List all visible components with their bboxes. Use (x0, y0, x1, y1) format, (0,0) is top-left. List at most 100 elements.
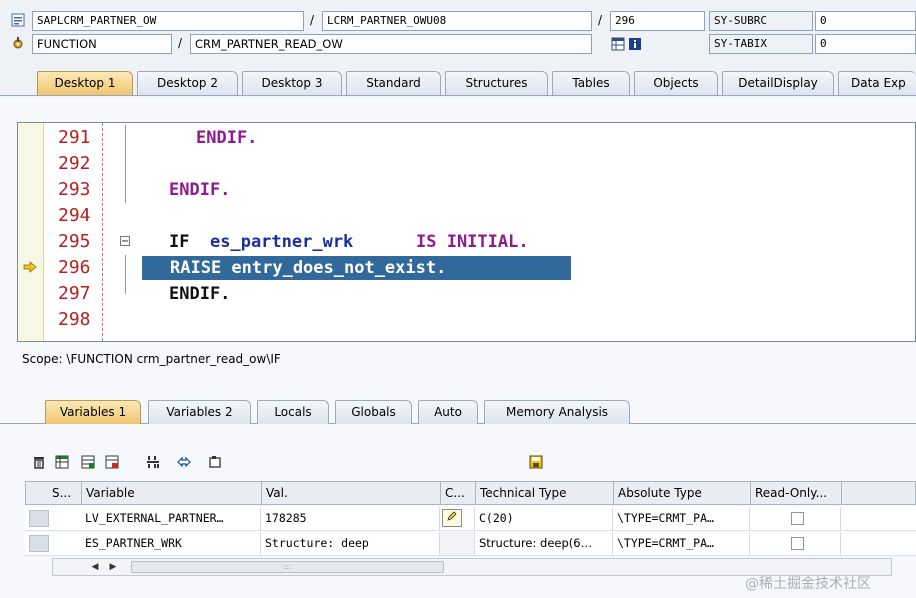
include-field[interactable]: LCRM_PARTNER_OWU08 (322, 11, 592, 31)
line-number: 298 (58, 309, 91, 330)
code-text: RAISE entry_does_not_exist. (170, 258, 447, 278)
separator: / (310, 13, 315, 27)
function-icon (10, 35, 26, 51)
code-line: 293 ENDIF. (18, 177, 915, 203)
tab-objects[interactable]: Objects (634, 71, 718, 95)
code-keyword: IS INITIAL. (416, 232, 529, 252)
row-selector[interactable] (29, 510, 49, 527)
scroll-right-icon[interactable]: ▶ (105, 560, 121, 574)
variable-name[interactable]: ES_PARTNER_WRK (81, 532, 261, 555)
code-line: 297 ENDIF. (18, 281, 915, 307)
column-header-read-only[interactable]: Read-Only... (751, 482, 842, 504)
column-header-status[interactable]: S... (48, 482, 82, 504)
fold-line (125, 125, 126, 151)
save-icon[interactable] (528, 455, 544, 471)
table-row[interactable]: LV_EXTERNAL_PARTNER… 178285 C(20) \TYPE=… (25, 507, 916, 531)
line-number: 295 (58, 231, 91, 252)
tab-tables[interactable]: Tables (552, 71, 630, 95)
move-arrows-icon[interactable] (176, 455, 192, 471)
tab-variables-2[interactable]: Variables 2 (148, 400, 251, 424)
tab-memory-analysis[interactable]: Memory Analysis (484, 400, 630, 424)
fold-line (125, 281, 126, 294)
clipboard-icon[interactable] (207, 455, 223, 471)
technical-type: Structure: deep(6… (475, 532, 613, 555)
scroll-left-icon[interactable]: ◀ (87, 560, 103, 574)
column-header-technical-type[interactable]: Technical Type (476, 482, 614, 504)
read-only-cell (750, 507, 841, 530)
code-line: 295 IF es_partner_wrk IS INITIAL. (18, 229, 915, 255)
code-line: 298 (18, 307, 915, 333)
sort-icon[interactable] (145, 455, 161, 471)
table-header: S... Variable Val. C... Technical Type A… (25, 481, 916, 505)
table-icon[interactable] (610, 36, 626, 52)
line-number: 291 (58, 127, 91, 148)
absolute-type: \TYPE=CRMT_PA… (613, 507, 750, 530)
fold-line (125, 177, 126, 203)
line-number-field[interactable]: 296 (610, 11, 705, 31)
column-header-change[interactable]: C... (441, 482, 476, 504)
line-number: 297 (58, 283, 91, 304)
info-icon[interactable] (627, 36, 643, 52)
tab-data-explorer[interactable]: Data Exp (838, 71, 916, 95)
export-icon[interactable] (104, 455, 120, 471)
execution-pointer-icon (23, 260, 39, 276)
program-icon (10, 12, 26, 28)
line-number: 296 (58, 257, 91, 278)
column-header-variable[interactable]: Variable (82, 482, 262, 504)
tab-variables-1[interactable]: Variables 1 (45, 400, 141, 424)
table-row[interactable]: ES_PARTNER_WRK Structure: deep Structure… (25, 532, 916, 556)
code-line: 292 (18, 151, 915, 177)
change-cell (440, 532, 475, 555)
code-line: 294 (18, 203, 915, 229)
variable-name[interactable]: LV_EXTERNAL_PARTNER… (81, 507, 261, 530)
separator: / (598, 13, 603, 27)
read-only-checkbox[interactable] (791, 512, 804, 525)
tab-desktop-2[interactable]: Desktop 2 (137, 71, 238, 95)
tab-auto[interactable]: Auto (418, 400, 478, 424)
fold-collapse-icon[interactable] (119, 235, 131, 249)
variable-value[interactable]: 178285 (261, 507, 440, 530)
read-only-cell (750, 532, 841, 555)
fold-line (125, 151, 126, 177)
code-keyword: IF (169, 232, 190, 252)
sy-tabix-value[interactable]: 0 (815, 34, 916, 54)
tab-structures[interactable]: Structures (445, 71, 548, 95)
fold-line (125, 255, 126, 281)
separator: / (178, 36, 183, 50)
line-number: 294 (58, 205, 91, 226)
variable-value[interactable]: Structure: deep (261, 532, 440, 555)
edit-pencil-icon[interactable] (442, 509, 462, 527)
change-cell (440, 507, 475, 530)
row-selector[interactable] (29, 535, 49, 552)
code-text: ENDIF. (169, 180, 231, 200)
technical-type: C(20) (475, 507, 613, 530)
sy-subrc-label: SY-SUBRC (709, 11, 813, 31)
desktop-tabbar: Desktop 1 Desktop 2 Desktop 3 Standard S… (0, 66, 916, 96)
scroll-thumb[interactable]: ::: (131, 561, 444, 573)
tab-locals[interactable]: Locals (257, 400, 329, 424)
column-header-value[interactable]: Val. (262, 482, 441, 504)
variables-tabbar: Variables 1 Variables 2 Locals Globals A… (0, 396, 916, 424)
tab-detaildisplay[interactable]: DetailDisplay (722, 71, 834, 95)
code-editor[interactable]: 291 ENDIF. 292 293 ENDIF. 294 295 IF es_… (17, 122, 916, 342)
insert-row-icon[interactable] (54, 455, 70, 471)
code-text: ENDIF. (169, 284, 231, 304)
column-header-absolute-type[interactable]: Absolute Type (614, 482, 751, 504)
line-number: 292 (58, 153, 91, 174)
program-field[interactable]: SAPLCRM_PARTNER_OW (32, 11, 304, 31)
sy-subrc-value[interactable]: 0 (815, 11, 916, 31)
read-only-checkbox[interactable] (791, 537, 804, 550)
delete-icon[interactable] (31, 455, 47, 471)
tab-desktop-1[interactable]: Desktop 1 (37, 71, 133, 95)
table-settings-icon[interactable] (80, 455, 96, 471)
tab-globals[interactable]: Globals (335, 400, 412, 424)
tab-standard[interactable]: Standard (346, 71, 441, 95)
tab-desktop-3[interactable]: Desktop 3 (242, 71, 342, 95)
sy-tabix-label: SY-TABIX (709, 34, 813, 54)
code-text: ENDIF. (196, 128, 258, 148)
function-type-field[interactable]: FUNCTION (32, 34, 172, 54)
function-name-field[interactable]: CRM_PARTNER_READ_OW (190, 34, 592, 54)
absolute-type: \TYPE=CRMT_PA… (613, 532, 750, 555)
line-number: 293 (58, 179, 91, 200)
code-identifier: es_partner_wrk (210, 232, 354, 252)
